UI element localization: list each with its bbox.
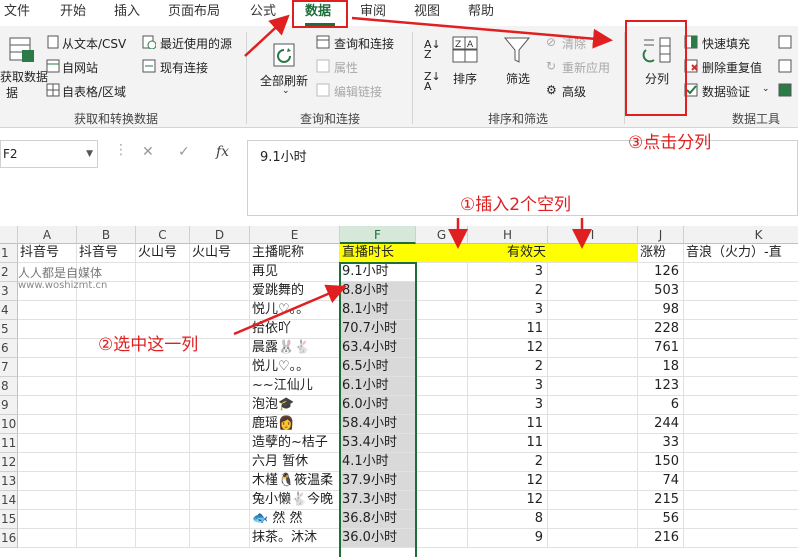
annotation-arrows [233,14,613,336]
step2-annotation: ②选中这一列 [98,335,199,355]
step3-annotation: ③点击分列 [628,133,712,153]
arrow-to-split-column [351,16,613,49]
step1-annotation: ①插入2个空列 [460,195,572,215]
arrow-to-data-tab [244,14,290,57]
arrow-to-column-f [233,284,347,336]
